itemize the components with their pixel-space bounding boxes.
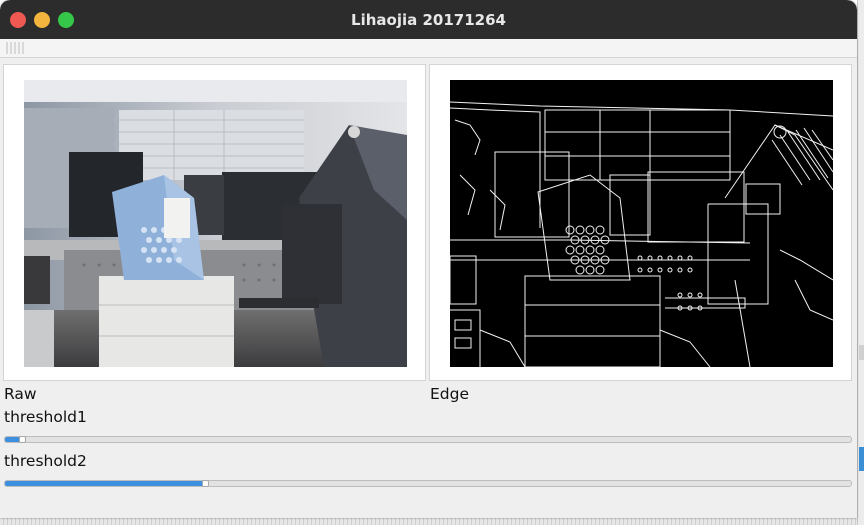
edge-detection-image [450,80,833,367]
app-window: Lihaojia 20171264 Raw Edge threshold1 th… [0,0,857,518]
threshold2-label: threshold2 [4,452,87,470]
toolbar-grip-icon[interactable] [6,42,26,54]
threshold1-slider[interactable] [4,436,852,443]
edge-image-panel [429,64,852,381]
threshold2-slider[interactable] [4,480,852,487]
raw-image-panel [3,64,426,381]
background-desktop-edge [857,0,864,525]
raw-camera-image [24,80,407,367]
toolbar [0,39,857,58]
threshold2-slider-fill [5,481,205,486]
window-title: Lihaojia 20171264 [351,11,506,29]
threshold1-label: threshold1 [4,408,87,426]
threshold1-slider-handle[interactable] [18,436,26,443]
raw-label: Raw [4,385,37,403]
threshold2-slider-handle[interactable] [201,480,209,487]
background-desktop-bottom [0,518,857,525]
edge-label: Edge [430,385,470,403]
title-bar[interactable]: Lihaojia 20171264 [0,0,857,39]
